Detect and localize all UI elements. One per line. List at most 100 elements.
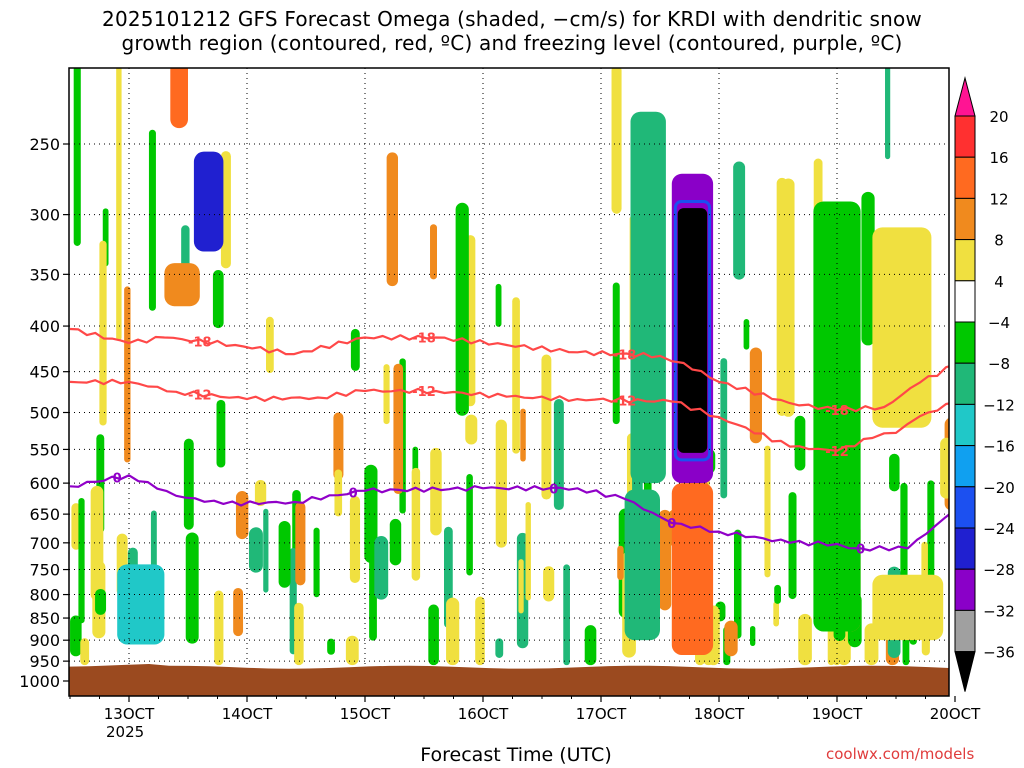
- omega-streak: [374, 536, 389, 600]
- omega-streak: [455, 202, 469, 416]
- colorbar-label: 20: [989, 108, 1008, 126]
- contour-label: 0: [349, 487, 358, 502]
- y-tick-label: 300: [29, 206, 60, 225]
- omega-streak: [78, 498, 85, 624]
- contour-label: -18: [188, 335, 212, 350]
- y-axis: 250 300 350 400 450 500 550 600 650 700 750 800 850 9…: [19, 135, 69, 691]
- contour-label: 0: [667, 517, 676, 532]
- omega-region: [872, 574, 944, 641]
- omega-streak: [750, 625, 756, 646]
- colorbar-label: 16: [989, 149, 1008, 167]
- omega-streak: [495, 419, 507, 548]
- omega-streak: [278, 521, 291, 588]
- omega-streak: [764, 445, 771, 578]
- y-tick-label: 250: [29, 135, 60, 154]
- colorbar-label: −36: [983, 644, 1015, 662]
- omega-streak: [248, 527, 263, 573]
- y-tick-label: 350: [29, 265, 60, 284]
- omega-streak: [495, 638, 504, 658]
- x-tick-label: 17OCT: [576, 705, 627, 723]
- omega-streak: [263, 508, 269, 593]
- colorbar-box: [954, 609, 976, 653]
- colorbar-box: [954, 486, 976, 529]
- colorbar-label: 12: [989, 190, 1008, 208]
- y-tick-label: 500: [29, 404, 60, 423]
- omega-streak: [411, 467, 421, 581]
- omega-streak: [90, 485, 104, 601]
- omega-streak: [743, 319, 750, 350]
- chart-figure: -18 -18 -18 -18 -12 -12 -12 -12 0 0 0 0 0 250 300 350 4…: [19, 67, 1015, 723]
- colorbar-box: [954, 568, 976, 611]
- contour-label: 0: [113, 472, 122, 487]
- omega-streak: [446, 597, 460, 666]
- colorbar-box: [954, 156, 976, 199]
- omega-streak: [233, 587, 244, 637]
- omega-streak: [124, 286, 131, 463]
- omega-streak: [518, 559, 524, 614]
- omega-region: [630, 111, 666, 484]
- colorbar-box: [954, 321, 976, 364]
- colorbar-label: −20: [983, 479, 1015, 497]
- contour-label: -18: [613, 348, 637, 363]
- omega-streak: [334, 469, 343, 517]
- omega-streak: [294, 602, 304, 666]
- omega-streak: [183, 438, 194, 530]
- omega-streak: [430, 224, 438, 280]
- omega-region: [671, 483, 714, 655]
- y-tick-label: 850: [29, 609, 60, 628]
- plot-area: -18 -18 -18 -18 -12 -12 -12 -12 0 0 0 0 0: [69, 68, 949, 696]
- omega-streak: [733, 161, 746, 280]
- x-tick-label: 16OCT: [458, 705, 509, 723]
- colorbar-label: 4: [994, 273, 1004, 291]
- omega-streak: [393, 363, 404, 494]
- omega-streak: [295, 501, 306, 586]
- colorbar-bottom-arrow: [954, 651, 976, 692]
- omega-streak: [465, 414, 478, 445]
- omega-streak: [520, 408, 526, 462]
- omega-region: [164, 263, 200, 307]
- contour-label: -12: [412, 385, 436, 400]
- omega-streak: [95, 588, 107, 615]
- contour-label: -12: [188, 388, 212, 403]
- omega-streak: [541, 354, 552, 500]
- omega-streak: [611, 68, 622, 214]
- omega-streak: [266, 316, 274, 374]
- colorbar-box: [954, 445, 976, 488]
- contour-label: 0: [549, 482, 558, 497]
- omega-streak: [782, 178, 795, 417]
- contour-label: 0: [856, 542, 865, 557]
- omega-streak: [724, 620, 738, 657]
- omega-streak: [216, 399, 226, 468]
- terrain-layer: [69, 664, 949, 696]
- omega-region: [872, 227, 932, 428]
- colorbar-label: 8: [994, 232, 1004, 250]
- colorbar-label: −12: [983, 396, 1015, 414]
- y-tick-label: 550: [29, 440, 60, 459]
- omega-streak: [794, 415, 806, 471]
- omega-streak: [430, 447, 442, 536]
- terrain-ground: [69, 664, 949, 696]
- omega-streak: [389, 518, 402, 566]
- omega-core: [677, 208, 708, 453]
- omega-streak: [116, 68, 122, 341]
- colorbar-top-arrow: [954, 76, 976, 117]
- omega-streak: [73, 68, 81, 246]
- colorbar-box: [954, 403, 976, 447]
- colorbar-box: [954, 527, 976, 570]
- omega-streak: [214, 590, 224, 666]
- omega-streak: [428, 604, 439, 666]
- omega-streak: [543, 566, 555, 602]
- omega-streak: [773, 601, 780, 627]
- y-tick-label: 650: [29, 505, 60, 524]
- colorbar-label: −28: [983, 561, 1015, 579]
- colorbar: 20 16 12 8 4 −4 −8 −12 −16 −20 −24 −28 −32 −36: [954, 76, 1015, 692]
- omega-region: [117, 564, 165, 645]
- omega-streak: [798, 613, 812, 666]
- y-tick-label: 700: [29, 534, 60, 553]
- x-axis: 13OCT 14OCT 15OCT 16OCT 17OCT 18OCT 19OCT 20OCT: [69, 696, 981, 723]
- x-axis-year-label: 2025: [106, 723, 145, 741]
- omega-streak: [313, 527, 320, 598]
- omega-streak: [512, 297, 520, 454]
- x-tick-label: 13OCT: [104, 705, 155, 723]
- colorbar-label: −16: [983, 438, 1015, 456]
